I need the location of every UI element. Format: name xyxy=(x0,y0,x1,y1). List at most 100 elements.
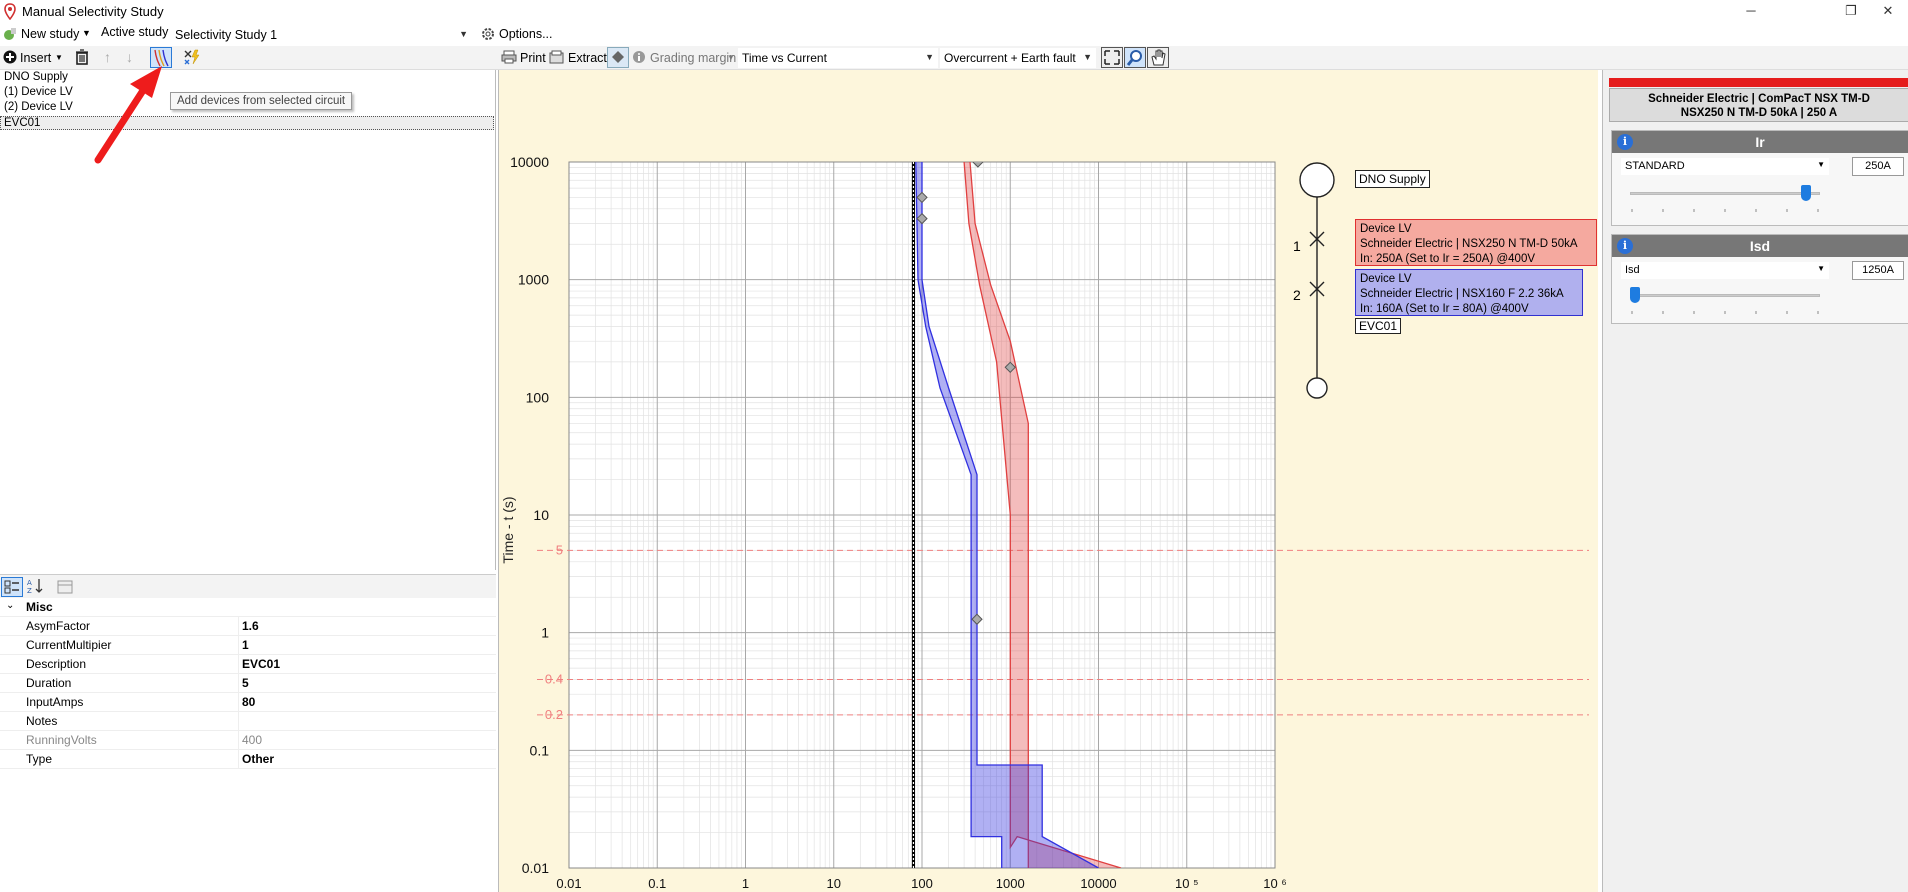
collapse-icon[interactable]: ⌄ xyxy=(6,600,14,611)
chevron-down-icon: ▼ xyxy=(1817,264,1825,273)
property-row[interactable]: AsymFactor 1.6 xyxy=(0,617,496,636)
property-row[interactable]: Duration 5 xyxy=(0,674,496,693)
tree-item-device-2[interactable]: (2) Device LV xyxy=(4,101,73,113)
isd-slider-track[interactable] xyxy=(1630,294,1820,297)
fault-type-value: Overcurrent + Earth fault xyxy=(944,51,1076,65)
isd-value-field[interactable]: 1250A xyxy=(1852,261,1904,280)
new-study-button[interactable]: New study xyxy=(21,27,79,41)
chevron-down-icon[interactable]: ▼ xyxy=(82,28,91,38)
device-1-name: Device LV xyxy=(1360,223,1412,235)
isd-slider-thumb[interactable] xyxy=(1630,287,1640,303)
y-tick-label: 10000 xyxy=(510,154,549,170)
ir-mode-select[interactable]: STANDARD ▼ xyxy=(1620,157,1830,176)
property-value[interactable]: EVC01 xyxy=(242,657,280,671)
x-tick-labels: 0.01 0.1 1 10 100 1000 10000 10 ⁵ 10 ⁶ xyxy=(556,876,1286,891)
chevron-down-icon[interactable]: ▼ xyxy=(55,53,63,62)
chevron-down-icon[interactable]: ▼ xyxy=(727,53,735,62)
ir-mode-value: STANDARD xyxy=(1625,160,1685,172)
tree-item-device-1[interactable]: (1) Device LV xyxy=(4,86,73,98)
property-value[interactable]: Other xyxy=(242,752,274,766)
load-label[interactable]: EVC01 xyxy=(1355,318,1402,334)
property-name: Description xyxy=(26,657,87,671)
print-button[interactable]: Print xyxy=(520,48,546,68)
chevron-down-icon: ▼ xyxy=(1083,52,1092,62)
property-row[interactable]: Notes xyxy=(0,712,496,731)
property-toolbar: AZ xyxy=(0,574,496,598)
property-row[interactable]: RunningVolts 400 xyxy=(0,731,496,750)
tree-item-supply[interactable]: DNO Supply xyxy=(4,71,68,83)
pan-button[interactable] xyxy=(1147,47,1169,68)
category-row[interactable]: ⌄ Misc xyxy=(0,598,496,617)
extract-button[interactable]: Extract xyxy=(568,48,607,68)
extract-icon xyxy=(549,50,565,67)
node-number-2: 2 xyxy=(1293,287,1301,303)
isd-header: i Isd xyxy=(1612,235,1908,257)
property-row[interactable]: CurrentMultipier 1 xyxy=(0,636,496,655)
grading-margin-toggle[interactable] xyxy=(607,47,629,68)
info-icon[interactable]: i xyxy=(1617,134,1633,150)
active-study-select[interactable]: Selectivity Study 1 ▼ xyxy=(172,25,472,45)
supply-label[interactable]: DNO Supply xyxy=(1355,170,1430,188)
device-2-model: Schneider Electric | NSX160 F 2.2 36kA xyxy=(1360,288,1564,300)
tree-item-load[interactable]: EVC01 xyxy=(0,116,494,130)
column-divider xyxy=(238,617,239,769)
property-name: InputAmps xyxy=(26,695,84,709)
device-header: Schneider Electric | ComPacT NSX TM-D NS… xyxy=(1609,88,1908,122)
y-tick-label: 100 xyxy=(526,389,550,405)
categorized-view-icon[interactable] xyxy=(1,577,23,597)
fault-icon[interactable] xyxy=(183,48,201,69)
isd-mode-select[interactable]: Isd ▼ xyxy=(1620,261,1830,280)
gear-icon[interactable] xyxy=(480,26,496,45)
reference-line-label: 5 xyxy=(556,542,563,557)
x-tick-label: 0.1 xyxy=(648,876,666,891)
ir-slider-thumb[interactable] xyxy=(1801,185,1811,201)
property-name: RunningVolts xyxy=(26,733,97,747)
grading-margin-button[interactable]: Grading margin xyxy=(650,48,736,68)
device-1-label[interactable]: Device LV Schneider Electric | NSX250 N … xyxy=(1355,219,1597,266)
svg-text:A: A xyxy=(27,579,32,587)
delete-icon[interactable] xyxy=(75,49,89,68)
property-row[interactable]: InputAmps 80 xyxy=(0,693,496,712)
svg-text:Z: Z xyxy=(27,587,32,595)
property-name: CurrentMultipier xyxy=(26,638,112,652)
chart-mode-select[interactable]: Time vs Current ▼ xyxy=(738,48,938,68)
property-value[interactable]: 1 xyxy=(242,638,249,652)
insert-button[interactable]: Insert xyxy=(20,48,51,68)
y-tick-label: 0.01 xyxy=(522,860,549,876)
property-value[interactable]: 1.6 xyxy=(242,619,259,633)
alphabetical-sort-icon[interactable]: AZ xyxy=(25,577,47,597)
device-2-name: Device LV xyxy=(1360,273,1412,285)
property-name: Type xyxy=(26,752,53,766)
ir-value-field[interactable]: 250A xyxy=(1852,157,1904,176)
fit-view-button[interactable] xyxy=(1101,47,1123,68)
property-pages-icon[interactable] xyxy=(57,579,73,598)
zoom-button[interactable] xyxy=(1124,47,1146,68)
circuit-tree: DNO Supply (1) Device LV (2) Device LV E… xyxy=(0,70,496,570)
ir-slider-track[interactable] xyxy=(1630,192,1820,195)
diamond-icon xyxy=(612,51,624,63)
options-button[interactable]: Options... xyxy=(499,27,553,41)
tooltip: Add devices from selected circuit xyxy=(170,92,353,110)
property-value[interactable]: 5 xyxy=(242,676,249,690)
property-row[interactable]: Type Other xyxy=(0,750,496,769)
device-header-line2: NSX250 N TM-D 50kA | 250 A xyxy=(1680,107,1838,119)
fault-type-select[interactable]: Overcurrent + Earth fault ▼ xyxy=(940,48,1096,68)
property-value[interactable]: 400 xyxy=(242,733,262,747)
reference-line-label: 0.4 xyxy=(545,671,563,686)
isd-title: Isd xyxy=(1749,238,1771,254)
x-tick-label: 1 xyxy=(742,876,749,891)
minimize-button[interactable]: ─ xyxy=(1728,0,1774,24)
device-1-model: Schneider Electric | NSX250 N TM-D 50kA xyxy=(1360,238,1578,250)
close-button[interactable]: ✕ xyxy=(1868,0,1908,24)
ir-header: i Ir xyxy=(1612,131,1908,153)
property-row[interactable]: Description EVC01 xyxy=(0,655,496,674)
info-icon[interactable]: i xyxy=(1617,238,1633,254)
isd-setting-group: i Isd Isd ▼ 1250A xyxy=(1611,234,1908,324)
x-tick-label: 1000 xyxy=(996,876,1025,891)
add-icon xyxy=(3,50,17,67)
main-toolbar: Insert ▼ ↑ ↓ Print Extract Grading margi… xyxy=(0,46,1908,70)
device-2-label[interactable]: Device LV Schneider Electric | NSX160 F … xyxy=(1355,269,1583,316)
x-tick-label: 100 xyxy=(911,876,933,891)
hand-icon xyxy=(1151,49,1166,66)
property-value[interactable]: 80 xyxy=(242,695,255,709)
